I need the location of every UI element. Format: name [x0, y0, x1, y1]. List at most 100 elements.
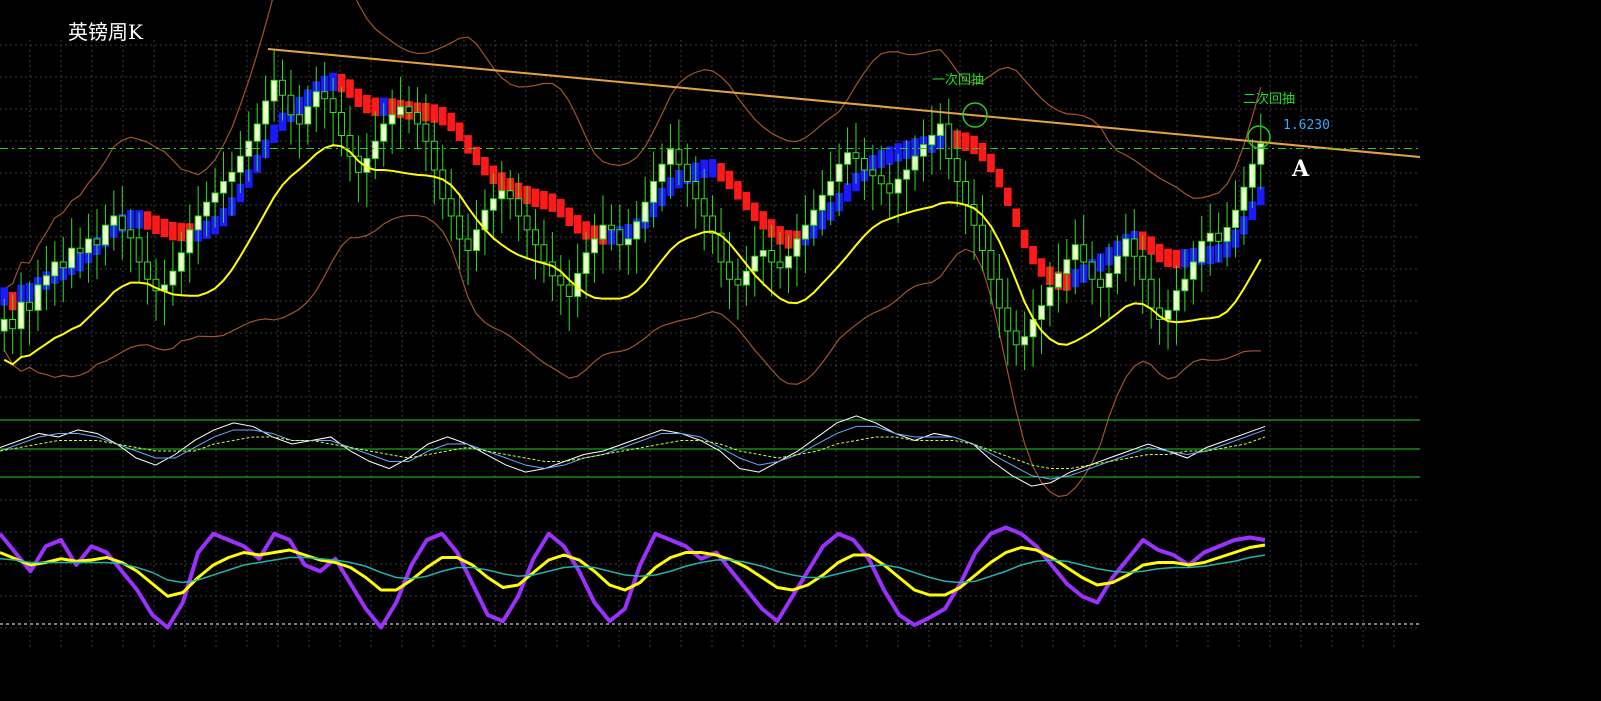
candle-body [742, 270, 750, 286]
candle-body [388, 114, 396, 125]
stochastic-panel [0, 525, 1420, 630]
candle-body [1130, 238, 1138, 257]
candle-body [1240, 186, 1248, 211]
trend-bar [455, 122, 464, 141]
candle-body [34, 284, 42, 311]
trend-bar [885, 146, 894, 165]
trend-bar [152, 215, 160, 234]
candle-body [1105, 273, 1113, 288]
candlesticks [0, 50, 1265, 371]
candle-body [68, 247, 76, 269]
candle-body [135, 237, 143, 263]
trend-bar [143, 211, 152, 230]
candle-body [852, 152, 860, 159]
candle-body [1198, 240, 1206, 263]
trend-bar [1020, 229, 1029, 249]
candle-body [1139, 255, 1147, 280]
candle-body [911, 155, 919, 171]
candle-body [776, 261, 784, 269]
candle-body [26, 301, 33, 311]
trend-bar [557, 198, 565, 218]
candle-body [1063, 259, 1071, 275]
candle-body [675, 148, 683, 165]
candle-body [59, 261, 67, 269]
candle-body [118, 215, 126, 231]
candle-body [607, 224, 615, 231]
trend-bar [1172, 249, 1181, 269]
trend-bar [573, 215, 582, 234]
trend-bar [725, 170, 734, 190]
trend-bar [270, 124, 278, 143]
candle-body [489, 198, 497, 211]
candle-body [236, 155, 244, 173]
trend-bar [734, 181, 742, 200]
candle-body [93, 238, 101, 246]
candle-body [523, 215, 531, 231]
candle-body [979, 224, 986, 251]
trend-bar [1012, 208, 1021, 227]
candle-body [338, 112, 346, 136]
trend-bar [750, 202, 759, 221]
candle-body [1113, 255, 1121, 274]
candle-body [1206, 232, 1214, 242]
candle-body [85, 238, 93, 254]
candle-body [886, 183, 894, 194]
candle-body [869, 169, 877, 177]
candle-body [616, 229, 624, 246]
candle-body [1097, 278, 1105, 288]
candle-body [177, 252, 185, 272]
candle-body [599, 224, 607, 240]
candle-body [759, 250, 767, 257]
trend-bar [1164, 248, 1172, 268]
candle-body [430, 140, 438, 171]
candle-body [312, 91, 320, 108]
candle-body [110, 215, 118, 226]
candle-body [42, 275, 50, 286]
trend-bar [1029, 245, 1037, 265]
candle-body [101, 224, 109, 246]
candle-body [397, 106, 405, 116]
candle-body [186, 229, 194, 254]
candle-body [1122, 238, 1130, 257]
candle-body [304, 106, 312, 125]
candle-body [877, 175, 885, 185]
candle-body [1046, 286, 1054, 307]
candle-body [9, 319, 17, 330]
oscillator-panel [0, 415, 1420, 487]
trend-bar [717, 163, 725, 182]
candle-body [692, 181, 700, 200]
candle-body [262, 100, 270, 125]
candle-body [1054, 273, 1062, 288]
candle-body [76, 247, 84, 254]
candle-body [1248, 163, 1256, 188]
candle-body [1021, 336, 1029, 346]
candle-body [751, 255, 759, 272]
candle-body [51, 261, 59, 277]
candle-body [987, 250, 995, 280]
candle-body [1189, 261, 1197, 280]
candle-body [1038, 305, 1045, 321]
candle-body [1088, 261, 1096, 280]
candle-body [903, 169, 911, 180]
oscillator-line-3 [0, 436, 1266, 470]
candle-body [700, 198, 708, 217]
trend-bar [169, 221, 177, 241]
first-pullback-label: 一次回抽 [932, 73, 985, 88]
candle-body [321, 91, 329, 100]
candle-body [287, 94, 295, 116]
trend-bar [481, 157, 489, 176]
candle-body [962, 181, 970, 205]
trend-bar [742, 191, 751, 211]
candle-body [380, 123, 388, 142]
candle-body [928, 135, 936, 146]
candle-body [228, 171, 236, 183]
candle-body [540, 244, 548, 263]
candle-body [919, 144, 927, 157]
candle-body [633, 221, 641, 240]
price-label: 1.6230 [1283, 118, 1330, 133]
candle-body [17, 301, 25, 330]
candle-body [726, 261, 733, 280]
trend-bar [438, 106, 447, 126]
trend-bar [540, 190, 548, 210]
candle-body [582, 252, 590, 275]
